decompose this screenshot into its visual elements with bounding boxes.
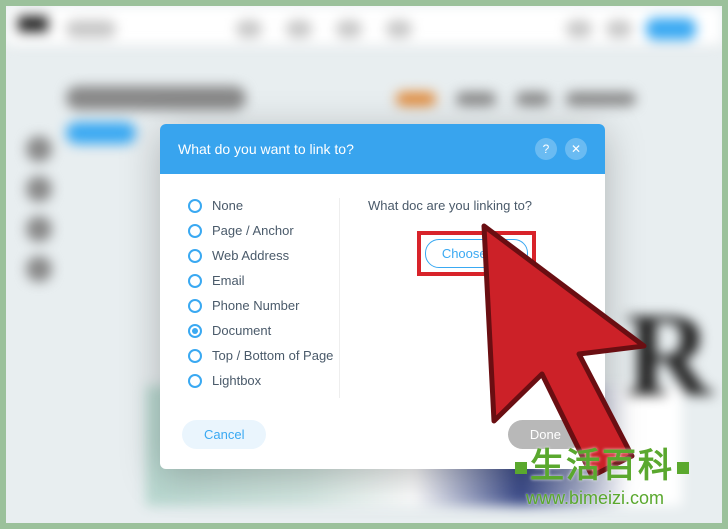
radio-icon-selected	[188, 324, 202, 338]
cancel-button[interactable]: Cancel	[182, 420, 266, 449]
radio-label: None	[212, 198, 243, 213]
radio-icon	[188, 299, 202, 313]
radio-icon	[188, 199, 202, 213]
radio-label: Page / Anchor	[212, 223, 294, 238]
radio-icon	[188, 224, 202, 238]
topbar	[6, 6, 722, 46]
radio-label: Phone Number	[212, 298, 299, 313]
close-button[interactable]: ✕	[565, 138, 587, 160]
watermark-text: 生活百科	[512, 438, 692, 487]
radio-option-phone-number[interactable]: Phone Number	[188, 298, 339, 313]
radio-label: Web Address	[212, 248, 289, 263]
tutorial-highlight-box: Choose File	[417, 231, 536, 276]
link-settings-dialog: What do you want to link to? ? ✕ None Pa…	[160, 124, 605, 469]
radio-option-email[interactable]: Email	[188, 273, 339, 288]
dialog-title: What do you want to link to?	[178, 141, 354, 157]
radio-label: Lightbox	[212, 373, 261, 388]
wix-logo	[18, 16, 48, 32]
right-pane-title: What doc are you linking to?	[368, 198, 585, 213]
radio-option-top-bottom-page[interactable]: Top / Bottom of Page	[188, 348, 339, 363]
link-type-list: None Page / Anchor Web Address Email Pho…	[160, 198, 340, 398]
radio-option-page-anchor[interactable]: Page / Anchor	[188, 223, 339, 238]
radio-icon	[188, 249, 202, 263]
watermark-url: www.bimeizi.com	[526, 488, 664, 509]
radio-icon	[188, 349, 202, 363]
radio-option-lightbox[interactable]: Lightbox	[188, 373, 339, 388]
radio-option-web-address[interactable]: Web Address	[188, 248, 339, 263]
dialog-header: What do you want to link to? ? ✕	[160, 124, 605, 174]
radio-label: Email	[212, 273, 245, 288]
background-serif-letter: R	[625, 286, 712, 424]
radio-option-none[interactable]: None	[188, 198, 339, 213]
choose-file-button[interactable]: Choose File	[425, 239, 528, 268]
radio-label: Top / Bottom of Page	[212, 348, 333, 363]
radio-option-document[interactable]: Document	[188, 323, 339, 338]
help-button[interactable]: ?	[535, 138, 557, 160]
radio-label: Document	[212, 323, 271, 338]
radio-icon	[188, 374, 202, 388]
radio-icon	[188, 274, 202, 288]
right-pane: What doc are you linking to? Choose File	[340, 198, 605, 398]
